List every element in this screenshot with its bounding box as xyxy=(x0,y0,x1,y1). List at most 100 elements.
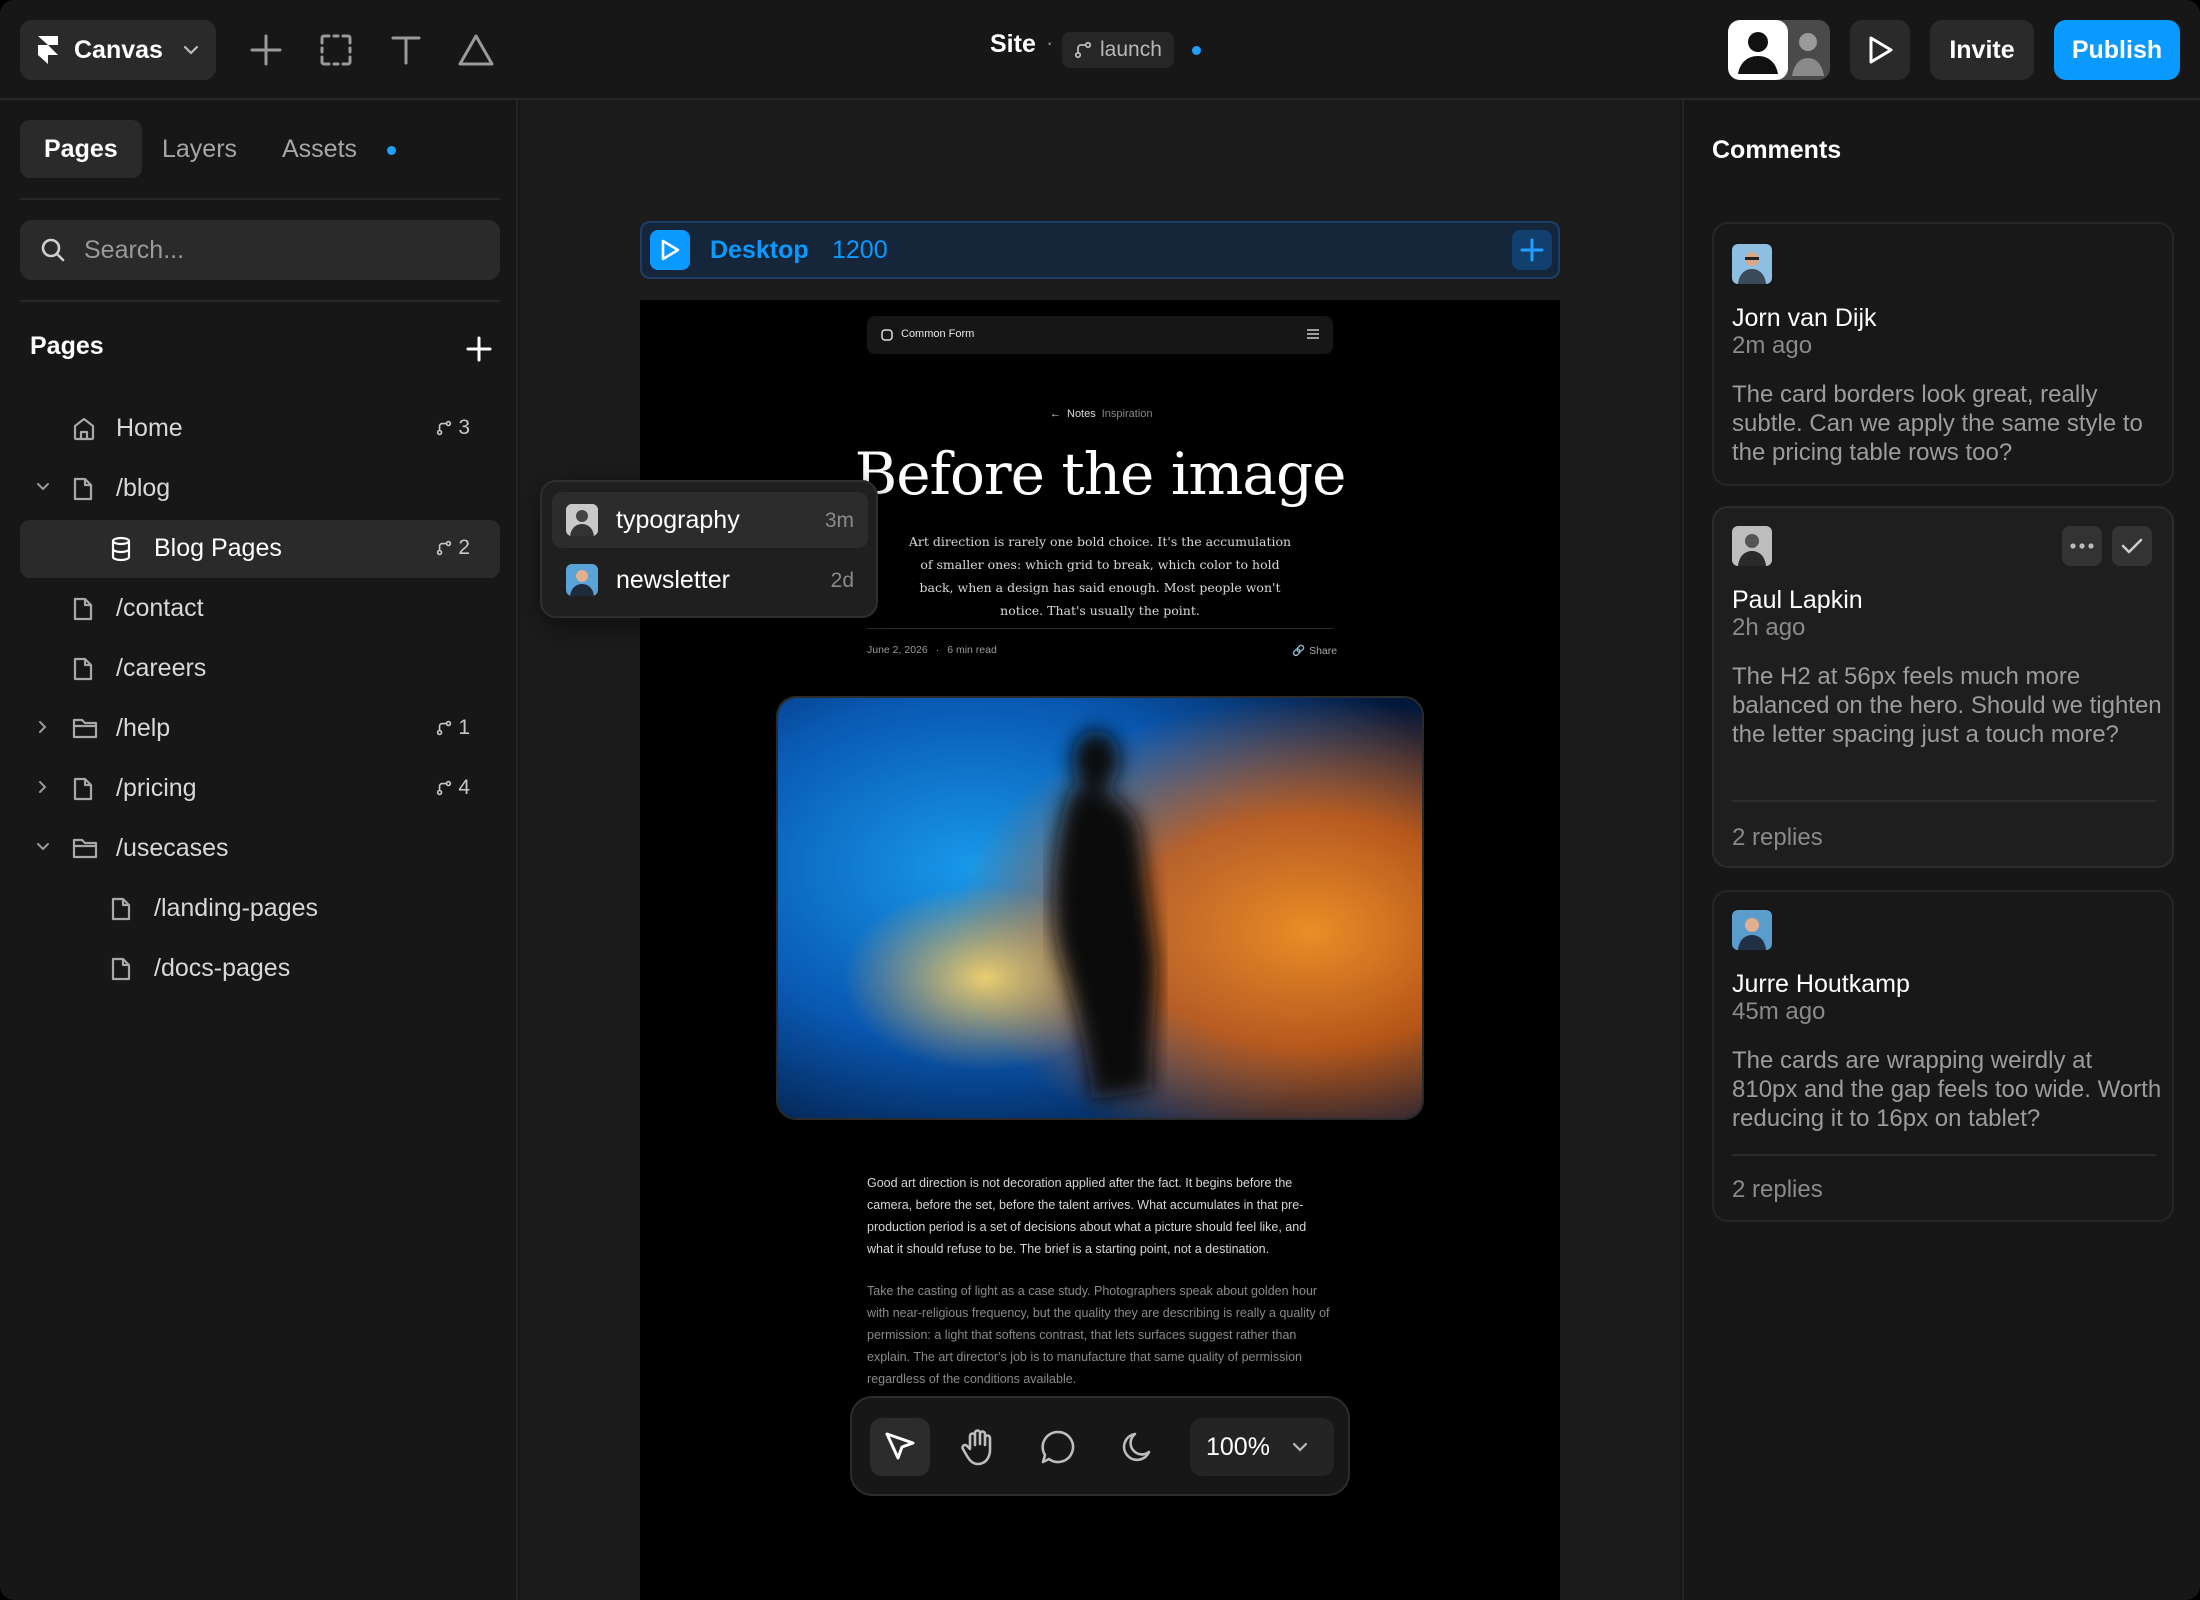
site-title: Site xyxy=(990,30,1036,58)
comment-tool-button[interactable] xyxy=(1028,1418,1088,1476)
select-tool-button[interactable] xyxy=(870,1418,930,1476)
sidebar-item-label: /landing-pages xyxy=(154,894,319,922)
add-breakpoint-button[interactable] xyxy=(1512,230,1552,270)
resolve-comment-button[interactable] xyxy=(2112,526,2152,566)
pages-heading: Pages xyxy=(30,332,104,360)
user-avatar-icon xyxy=(1738,32,1778,74)
branch-name: launch xyxy=(1100,38,1162,61)
sidebar-item-pricing[interactable]: /pricing 4 xyxy=(20,760,500,818)
theme-toggle-button[interactable] xyxy=(1108,1418,1168,1476)
comments-heading: Comments xyxy=(1712,136,1842,164)
user-avatar-icon xyxy=(1732,910,1772,950)
meta-separator: · xyxy=(935,644,940,656)
text-icon xyxy=(391,36,421,65)
preview-button[interactable] xyxy=(1850,20,1910,80)
assets-notification-dot xyxy=(387,146,396,155)
tab-layers[interactable]: Layers xyxy=(138,120,261,178)
breakpoint-preview-button[interactable] xyxy=(650,230,690,270)
sidebar-item-usecases[interactable]: /usecases xyxy=(20,820,500,878)
thread-time: 3m xyxy=(824,509,854,532)
sidebar-item-contact[interactable]: /contact xyxy=(20,580,500,638)
preview-read-time: 6 min read xyxy=(947,644,997,656)
comment-author: Jurre Houtkamp xyxy=(1732,970,1910,998)
sidebar-item-label: Home xyxy=(116,414,183,442)
canvas-toolbar: 100% xyxy=(850,1396,1350,1496)
branch-icon xyxy=(437,420,452,436)
chevron-down-icon xyxy=(183,45,199,55)
tab-pages[interactable]: Pages xyxy=(20,120,142,178)
sidebar-item-label: /contact xyxy=(116,594,204,622)
tab-assets[interactable]: Assets xyxy=(258,120,381,178)
breakpoint-name: Desktop xyxy=(710,236,809,264)
sidebar-item-landing-pages[interactable]: /landing-pages xyxy=(20,880,500,938)
search-field[interactable]: Search... xyxy=(20,220,500,280)
branch-count-value: 4 xyxy=(458,776,470,799)
moon-icon xyxy=(1122,1432,1151,1462)
more-icon xyxy=(2070,543,2094,549)
comment-card[interactable]: Jorn van Dijk 2m ago The card borders lo… xyxy=(1712,222,2174,486)
sidebar-item-label: /careers xyxy=(116,654,207,682)
chevron-down-icon xyxy=(1292,1442,1308,1452)
page-icon xyxy=(111,897,131,921)
folder-icon xyxy=(72,718,98,739)
hand-tool-button[interactable] xyxy=(948,1418,1008,1476)
canvas-menu-button[interactable]: Canvas xyxy=(20,20,216,80)
frame-tool[interactable] xyxy=(308,22,364,78)
text-tool[interactable] xyxy=(378,22,434,78)
page-icon xyxy=(111,957,131,981)
sync-status-dot xyxy=(1192,46,1201,55)
chevron-right-icon[interactable] xyxy=(34,718,52,736)
sidebar-item-docs-pages[interactable]: /docs-pages xyxy=(20,940,500,998)
sidebar-item-blog[interactable]: /blog xyxy=(20,460,500,518)
comment-card[interactable]: Jurre Houtkamp 45m ago The cards are wra… xyxy=(1712,890,2174,1222)
check-icon xyxy=(2121,538,2143,554)
thread-label: newsletter xyxy=(616,566,730,594)
avatar xyxy=(1732,910,1772,950)
sidebar-item-careers[interactable]: /careers xyxy=(20,640,500,698)
comment-replies-link[interactable]: 2 replies xyxy=(1732,824,1823,852)
add-page-button[interactable] xyxy=(466,336,492,367)
user-avatar-icon xyxy=(1732,526,1772,566)
invite-button[interactable]: Invite xyxy=(1930,20,2034,80)
user-avatar-icon xyxy=(566,564,598,596)
comment-more-button[interactable] xyxy=(2062,526,2102,566)
sidebar-item-help[interactable]: /help 1 xyxy=(20,700,500,758)
branch-count: 3 xyxy=(436,416,470,440)
insert-tool[interactable] xyxy=(238,22,294,78)
comment-replies-link[interactable]: 2 replies xyxy=(1732,1176,1823,1204)
comments-panel: Comments Jorn van Dijk 2m ago The card b… xyxy=(1682,100,2200,1600)
menu-icon xyxy=(1307,329,1319,339)
sidebar-item-home[interactable]: Home 3 xyxy=(20,400,500,458)
list-item[interactable]: typography 3m xyxy=(552,492,868,548)
publish-button[interactable]: Publish xyxy=(2054,20,2180,80)
thread-time: 2d xyxy=(830,569,854,592)
comment-text: The card borders look great, really subt… xyxy=(1732,381,2143,466)
comment-card[interactable]: Paul Lapkin 2h ago The H2 at 56px feels … xyxy=(1712,506,2174,868)
preview-date: June 2, 2026 xyxy=(867,644,928,656)
user-avatar-icon xyxy=(1732,244,1772,284)
logo-icon xyxy=(881,329,893,341)
list-item[interactable]: newsletter 2d xyxy=(552,552,868,608)
framer-logo-icon xyxy=(38,36,58,64)
avatar xyxy=(1732,526,1772,566)
arrow-left-icon: ← xyxy=(1050,408,1061,420)
chevron-down-icon[interactable] xyxy=(34,478,52,496)
vector-tool[interactable] xyxy=(448,22,504,78)
chevron-right-icon[interactable] xyxy=(34,778,52,796)
branch-count: 1 xyxy=(436,716,470,740)
branch-selector[interactable]: launch xyxy=(1062,32,1174,68)
comment-time: 2m ago xyxy=(1732,332,1813,359)
zoom-select[interactable]: 100% xyxy=(1190,1418,1334,1476)
sidebar-item-blog-pages[interactable]: Blog Pages 2 xyxy=(20,520,500,578)
page-icon xyxy=(73,657,93,681)
frame-icon xyxy=(320,34,352,66)
avatar[interactable] xyxy=(1728,20,1788,80)
chevron-down-icon[interactable] xyxy=(34,838,52,856)
top-toolbar: Canvas Site · launch Invite Publish xyxy=(0,0,2200,100)
branch-count-value: 1 xyxy=(458,716,470,739)
breakpoint-bar[interactable]: Desktop 1200 xyxy=(640,221,1560,279)
comment-author: Jorn van Dijk xyxy=(1732,304,1877,332)
comment-time: 2h ago xyxy=(1732,614,1806,641)
title-separator: · xyxy=(1046,30,1054,55)
breakpoint-width: 1200 xyxy=(832,236,888,264)
